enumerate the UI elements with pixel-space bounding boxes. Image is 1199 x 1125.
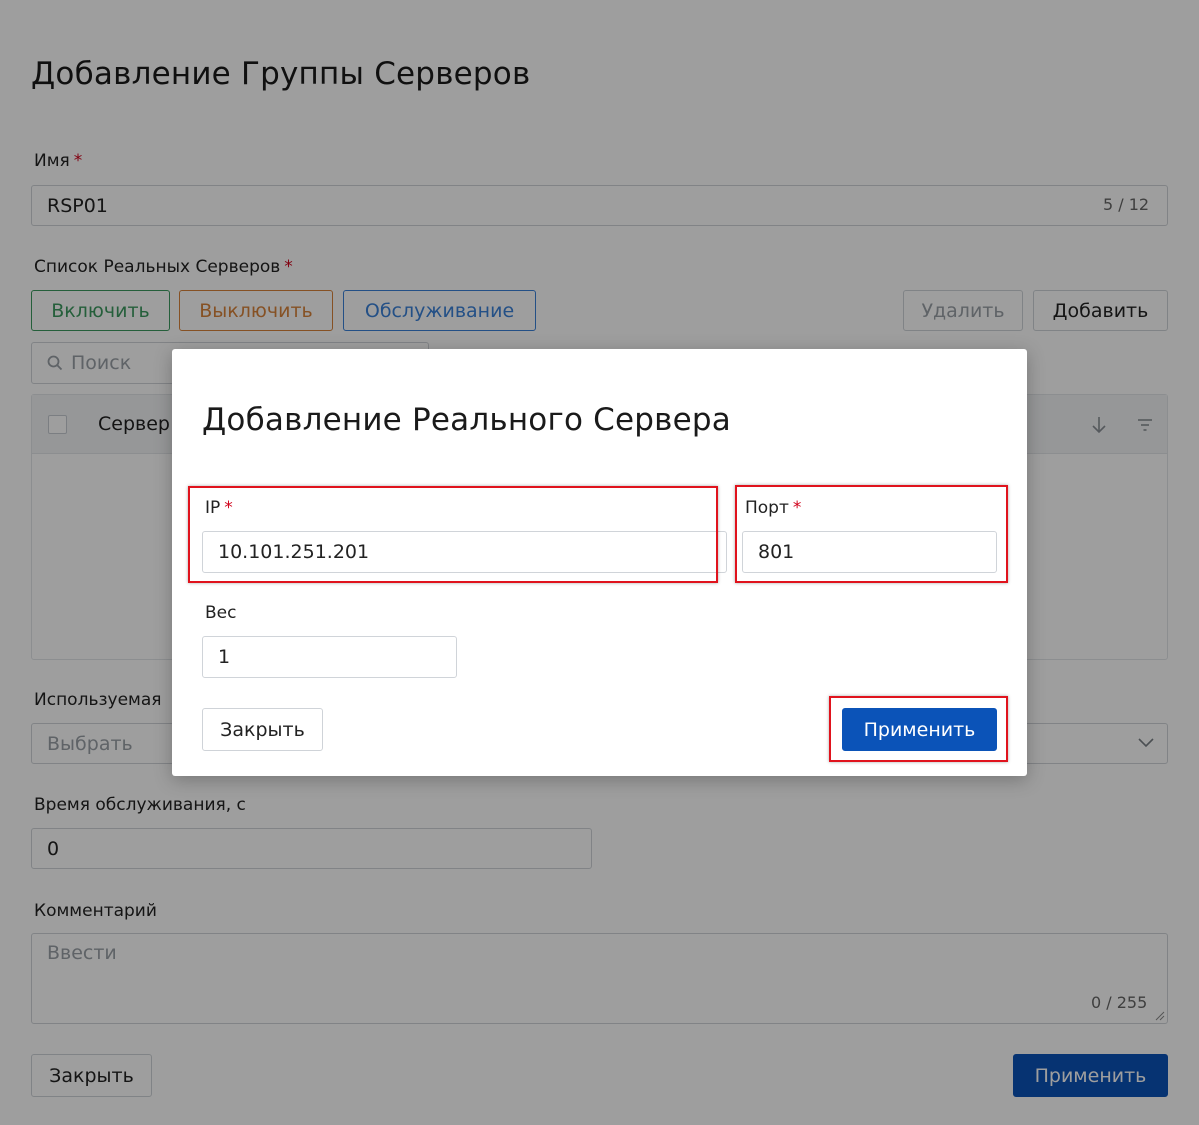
modal-title: Добавление Реального Сервера — [202, 402, 731, 438]
modal-close-button[interactable]: Закрыть — [202, 708, 323, 751]
highlight-apply — [829, 696, 1008, 762]
highlight-port — [735, 485, 1008, 583]
weight-label: Вес — [205, 603, 237, 623]
highlight-ip — [188, 486, 718, 583]
weight-input[interactable]: 1 — [202, 636, 457, 678]
